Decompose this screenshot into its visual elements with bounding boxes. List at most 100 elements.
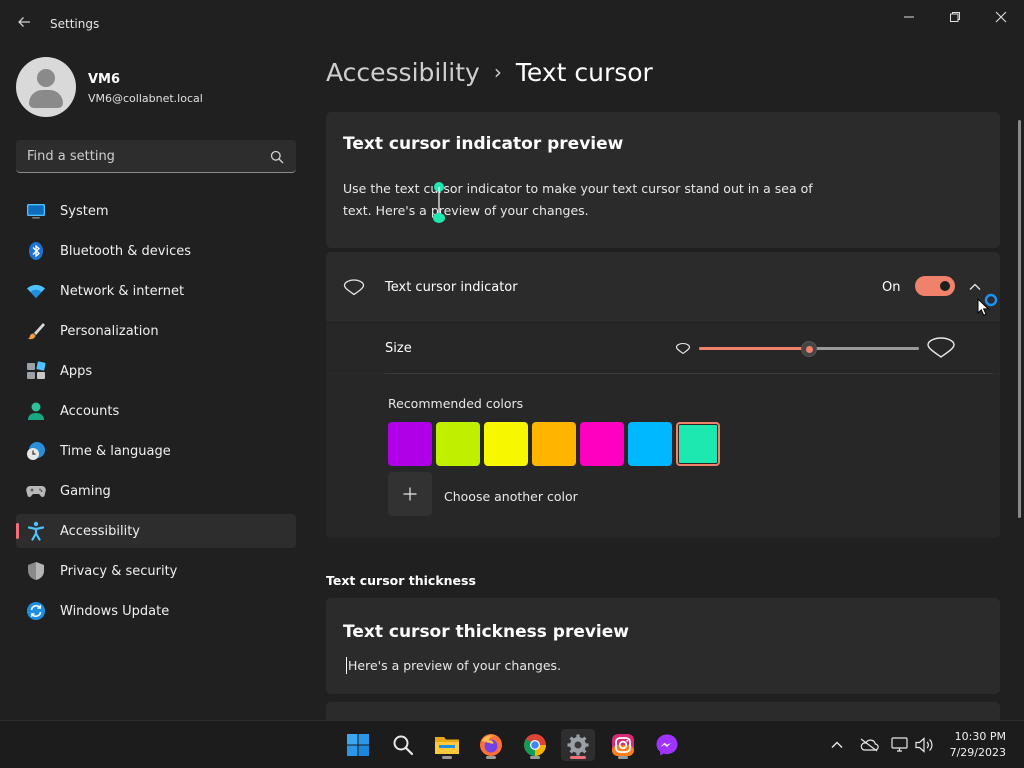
sidebar: VM6 VM6@collabnet.local System Bluetooth… (0, 48, 310, 720)
plus-icon (403, 487, 417, 501)
windows-start-icon (347, 734, 369, 756)
avatar-head-shape (37, 69, 55, 87)
sidebar-item-time-language[interactable]: Time & language (16, 434, 296, 468)
mouse-pointer-busy-icon (977, 293, 998, 316)
choose-another-color-button[interactable] (388, 472, 432, 516)
sidebar-item-label: Accounts (60, 404, 120, 419)
settings-gear-icon (567, 734, 589, 756)
taskbar-file-explorer[interactable] (430, 729, 464, 761)
text-cursor-indicator-icon (433, 182, 445, 223)
close-button[interactable] (978, 6, 1024, 28)
cursor-indicator-row[interactable]: Text cursor indicator On (326, 252, 1000, 322)
restore-icon (950, 12, 960, 22)
sidebar-item-label: Network & internet (60, 284, 185, 299)
sidebar-item-privacy-security[interactable]: Privacy & security (16, 554, 296, 588)
sidebar-item-accessibility[interactable]: Accessibility (16, 514, 296, 548)
taskbar-messenger[interactable] (650, 729, 684, 761)
shield-icon (28, 562, 44, 580)
start-button[interactable] (341, 729, 375, 761)
search-icon[interactable] (270, 150, 284, 164)
main-content: Accessibility › Text cursor Text cursor in… (310, 48, 1024, 720)
volume-icon (915, 737, 933, 753)
sidebar-item-label: Privacy & security (60, 564, 178, 579)
slider-thumb[interactable] (801, 341, 817, 357)
minimize-icon (904, 16, 914, 18)
search-icon (393, 735, 414, 756)
taskbar-chrome[interactable] (518, 729, 552, 761)
back-button[interactable] (14, 14, 34, 34)
text-caret (346, 657, 347, 674)
toggle-state-label: On (882, 280, 901, 295)
preview-card-title: Text cursor indicator preview (343, 134, 624, 154)
size-slider[interactable] (699, 341, 919, 357)
running-indicator (486, 756, 496, 759)
chrome-icon (524, 734, 546, 756)
taskbar-search-button[interactable] (386, 729, 420, 761)
sidebar-item-network[interactable]: Network & internet (16, 274, 296, 308)
thickness-settings-card (326, 702, 1000, 720)
thickness-section-title: Text cursor thickness (326, 573, 476, 588)
scrollbar[interactable] (1018, 120, 1021, 518)
sidebar-item-accounts[interactable]: Accounts (16, 394, 296, 428)
sidebar-item-windows-update[interactable]: Windows Update (16, 594, 296, 628)
taskbar-firefox[interactable] (474, 729, 508, 761)
search-box (16, 140, 296, 173)
color-swatch-teal[interactable] (676, 422, 720, 466)
avatar[interactable] (16, 57, 76, 117)
cursor-indicator-toggle[interactable] (915, 276, 955, 296)
clock-date[interactable]: 7/29/2023 (950, 746, 1006, 759)
tray-volume[interactable] (914, 735, 934, 755)
sidebar-item-gaming[interactable]: Gaming (16, 474, 296, 508)
minimize-button[interactable] (886, 6, 932, 28)
toggle-knob (940, 281, 950, 291)
sidebar-item-system[interactable]: System (16, 194, 296, 228)
tray-overflow-button[interactable] (827, 735, 847, 755)
sidebar-item-label: Bluetooth & devices (60, 244, 191, 259)
color-swatch-magenta[interactable] (580, 422, 624, 466)
breadcrumb: Accessibility › Text cursor (326, 58, 653, 87)
breadcrumb-parent-link[interactable]: Accessibility (326, 58, 480, 87)
taskbar: 10:30 PM 7/29/2023 (0, 720, 1024, 768)
running-indicator (618, 756, 628, 759)
clock-globe-icon (27, 442, 45, 460)
color-swatch-orange[interactable] (532, 422, 576, 466)
sidebar-item-label: Time & language (60, 444, 171, 459)
size-small-icon (675, 342, 691, 355)
chevron-up-icon (831, 741, 843, 748)
sidebar-item-apps[interactable]: Apps (16, 354, 296, 388)
taskbar-instagram[interactable] (606, 729, 640, 761)
file-explorer-icon (435, 737, 459, 754)
size-large-icon (927, 337, 955, 358)
search-input[interactable] (16, 140, 256, 172)
nav-list: System Bluetooth & devices Network & int… (16, 194, 296, 634)
cursor-indicator-settings-card: Text cursor indicator On Size Recommende… (326, 252, 1000, 538)
clock-time[interactable]: 10:30 PM (955, 730, 1006, 743)
choose-another-color-label[interactable]: Choose another color (444, 489, 578, 504)
taskbar-settings[interactable] (561, 729, 595, 761)
sidebar-item-bluetooth[interactable]: Bluetooth & devices (16, 234, 296, 268)
user-email: VM6@collabnet.local (88, 92, 203, 105)
tray-onedrive[interactable] (859, 735, 879, 755)
size-row: Size (326, 323, 1000, 373)
thickness-preview-title: Text cursor thickness preview (343, 622, 629, 642)
instagram-icon (612, 734, 634, 756)
thickness-preview-card: Text cursor thickness preview Here's a p… (326, 598, 1000, 694)
sidebar-item-personalization[interactable]: Personalization (16, 314, 296, 348)
color-swatch-lime[interactable] (436, 422, 480, 466)
color-swatch-blue[interactable] (628, 422, 672, 466)
maximize-button[interactable] (932, 6, 978, 28)
arrow-left-icon (18, 17, 30, 27)
color-swatch-purple[interactable] (388, 422, 432, 466)
monitor-icon (27, 204, 45, 219)
tray-network[interactable] (890, 735, 910, 755)
update-icon (27, 602, 45, 620)
recommended-colors-section: Recommended colors Choose another color (326, 374, 1000, 538)
sidebar-item-label: System (60, 204, 109, 219)
title-bar: Settings (0, 0, 1024, 48)
page-title: Text cursor (515, 58, 653, 87)
color-swatch-yellow[interactable] (484, 422, 528, 466)
sidebar-item-label: Personalization (60, 324, 159, 339)
slider-fill (699, 347, 809, 350)
recommended-colors-label: Recommended colors (388, 396, 524, 411)
size-label: Size (385, 341, 412, 356)
